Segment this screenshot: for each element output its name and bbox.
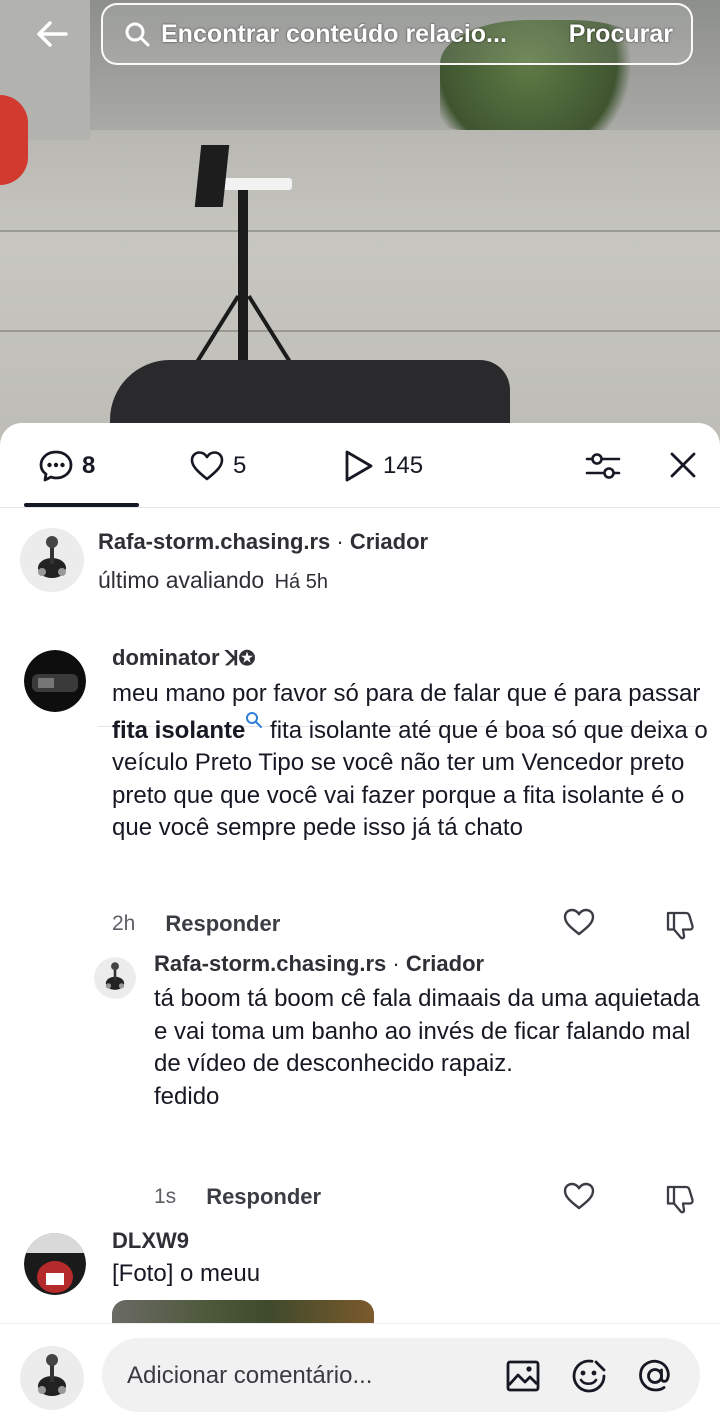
commenter-name[interactable]: dominator ꓘ✪ <box>112 645 255 671</box>
search-icon <box>125 22 150 47</box>
creator-badge: Criador <box>405 951 485 976</box>
dislike-icon[interactable] <box>664 907 698 941</box>
back-button[interactable] <box>30 12 74 56</box>
replier-name[interactable]: Rafa-storm.chasing.rs · Criador <box>154 951 484 977</box>
comment-item: DLXW9 [Foto] o meuu <box>0 1223 720 1333</box>
search-bar[interactable]: Encontrar conteúdo relacio... Procurar <box>101 3 693 65</box>
reply-button[interactable]: Responder <box>206 1184 321 1210</box>
like-count: 5 <box>233 452 247 479</box>
comments-sheet: 8 5 145 Rafa-storm.chasing.rs · Criador … <box>0 423 720 1424</box>
comment-text: [Foto] o meuu <box>112 1260 261 1287</box>
search-keyword-icon <box>246 711 263 728</box>
reply-item: Rafa-storm.chasing.rs · Criador tá boom … <box>0 948 720 1214</box>
comment-icon <box>39 450 73 482</box>
play-icon <box>345 450 373 482</box>
image-icon[interactable] <box>504 1357 542 1395</box>
active-tab-indicator <box>24 503 139 507</box>
filter-button[interactable] <box>584 447 622 485</box>
commenter-avatar[interactable] <box>24 650 86 712</box>
tab-likes[interactable]: 5 <box>189 447 246 485</box>
comment-meta: 2h Responder <box>112 911 280 937</box>
dislike-icon[interactable] <box>664 1181 698 1215</box>
commenter-name[interactable]: DLXW9 <box>112 1228 189 1254</box>
reply-text: tá boom tá boom cê fala dimaais da uma a… <box>154 985 700 1110</box>
replier-avatar[interactable] <box>94 957 136 999</box>
comment-text: meu mano por favor só para de falar que … <box>112 680 708 841</box>
video-background <box>0 0 720 450</box>
like-icon[interactable] <box>562 1179 596 1213</box>
reply-button[interactable]: Responder <box>165 911 280 937</box>
mention-icon[interactable] <box>636 1357 674 1395</box>
commenter-avatar[interactable] <box>24 1233 86 1295</box>
search-keyword-link[interactable]: fita isolante <box>112 717 245 744</box>
comment-input[interactable]: Adicionar comentário... <box>102 1338 700 1412</box>
back-arrow-icon <box>37 21 68 47</box>
like-icon[interactable] <box>562 905 596 939</box>
tab-comments[interactable]: 8 <box>38 447 95 485</box>
reply-meta: 1s Responder <box>154 1184 321 1210</box>
stats-bar: 8 5 145 <box>0 423 720 508</box>
creator-note-text: último avaliando Há 5h <box>98 567 328 593</box>
creator-avatar[interactable] <box>20 528 84 592</box>
comment-count: 8 <box>82 452 96 479</box>
comment-item: dominator ꓘ✪ meu mano por favor só para … <box>0 643 720 940</box>
heart-icon <box>190 451 224 481</box>
creator-badge: Criador <box>349 529 429 554</box>
creator-note-time: Há 5h <box>274 571 328 593</box>
reply-time: 1s <box>154 1185 177 1208</box>
commenter-flair: ꓘ✪ <box>225 647 256 670</box>
comment-input-placeholder[interactable]: Adicionar comentário... <box>127 1362 372 1390</box>
comment-time: 2h <box>112 912 136 935</box>
my-avatar <box>20 1346 84 1410</box>
play-count: 145 <box>383 452 424 479</box>
creator-name[interactable]: Rafa-storm.chasing.rs · Criador <box>98 529 428 555</box>
emoji-icon[interactable] <box>570 1357 608 1395</box>
search-submit-button[interactable]: Procurar <box>569 20 673 49</box>
close-button[interactable] <box>664 446 702 484</box>
search-query[interactable]: Encontrar conteúdo relacio... <box>161 20 569 49</box>
filter-icon <box>585 453 621 479</box>
close-icon <box>670 452 696 478</box>
tab-plays[interactable]: 145 <box>341 447 423 485</box>
comment-input-bar: Adicionar comentário... <box>0 1323 720 1424</box>
creator-note: Rafa-storm.chasing.rs · Criador último a… <box>0 523 720 727</box>
